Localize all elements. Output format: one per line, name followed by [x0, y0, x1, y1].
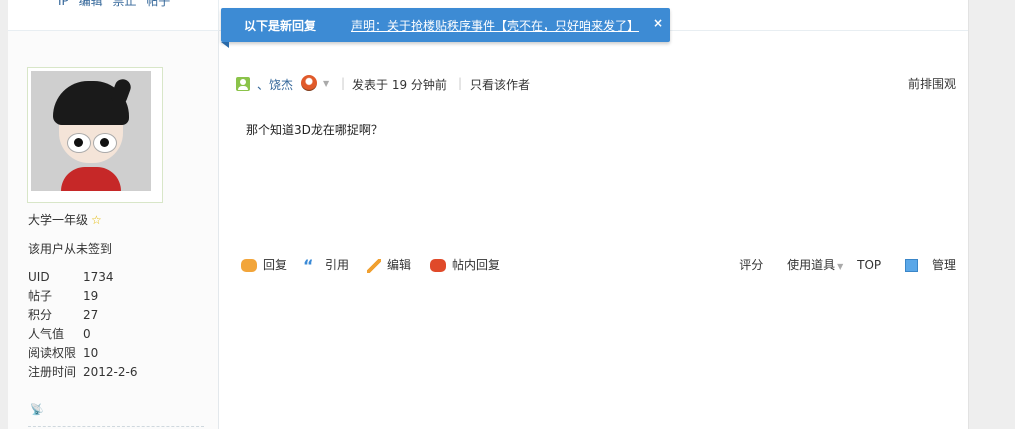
- stat-value: 10: [83, 346, 99, 360]
- announcement-link[interactable]: 声明：关于抢楼贴秩序事件【壳不在，只好咱来发了】: [351, 17, 639, 34]
- top-left-column: IP 编辑 禁止 帖子: [8, 0, 219, 30]
- top-admin-links: IP 编辑 禁止 帖子: [58, 0, 176, 9]
- post-admin-actions: 评分 使用道具 ▼ TOP 管理: [729, 256, 956, 273]
- chevron-down-icon: ▼: [837, 262, 844, 271]
- stat-value: 2012-2-6: [83, 365, 138, 379]
- outer-right-margin: [968, 0, 1015, 429]
- separator: |: [458, 76, 463, 90]
- star-icon: ☆: [91, 213, 102, 227]
- stat-value[interactable]: 19: [83, 289, 98, 303]
- avatar-image: [31, 71, 151, 191]
- pencil-icon: [367, 258, 381, 273]
- reply-icon: [241, 259, 257, 272]
- online-user-icon: [236, 77, 250, 91]
- divider: [28, 426, 204, 427]
- quote-button[interactable]: “引用: [303, 256, 349, 275]
- stat-register-date: 注册时间 2012-2-6: [28, 365, 138, 379]
- quote-icon: “: [303, 256, 314, 275]
- chevron-down-icon[interactable]: ▼: [323, 79, 329, 88]
- stat-points: 积分 27: [28, 308, 99, 322]
- ban-link[interactable]: 禁止: [112, 0, 136, 8]
- use-tool-button[interactable]: 使用道具 ▼: [777, 258, 843, 272]
- user-sidebar: 大学一年级 ☆ 该用户从未签到 UID 1734 帖子 19 积分 27 人气值 0 阅读…: [8, 31, 219, 429]
- only-author-link[interactable]: 只看该作者: [470, 76, 530, 93]
- signin-status: 该用户从未签到: [28, 242, 113, 256]
- floor-label: 前排围观: [907, 77, 956, 91]
- post-header: 、饶杰 ▼ | 发表于 19 分钟前 | 只看该作者 前排围观: [236, 73, 956, 93]
- stat-value[interactable]: 27: [83, 308, 98, 322]
- post-message: 那个知道3D龙在哪捉啊？: [246, 123, 383, 137]
- page: IP 编辑 禁止 帖子 大学一年级 ☆ 该用户从未签到 UID 1734 帖子 19: [8, 0, 968, 429]
- reply-button[interactable]: 回复: [241, 256, 287, 273]
- rss-icon[interactable]: 📡: [30, 403, 44, 416]
- top-button[interactable]: TOP: [857, 258, 881, 272]
- notice-tail: [221, 42, 229, 48]
- medal-icon[interactable]: [301, 75, 317, 91]
- avatar[interactable]: [27, 67, 163, 203]
- stat-value: 0: [83, 327, 91, 341]
- post-time: 发表于 19 分钟前: [352, 78, 447, 92]
- post-actions: 回复 “引用 编辑 帖内回复 评分 使用道具 ▼ TOP 管理: [241, 256, 956, 276]
- ip-link[interactable]: IP: [58, 0, 69, 8]
- inner-reply-button[interactable]: 帖内回复: [430, 256, 500, 273]
- user-rank: 大学一年级 ☆: [28, 211, 102, 228]
- edit-button[interactable]: 编辑: [367, 256, 411, 273]
- stat-read-permission: 阅读权限 10: [28, 346, 99, 360]
- separator: |: [341, 76, 346, 90]
- author-name[interactable]: 、饶杰: [257, 76, 293, 93]
- close-icon[interactable]: ×: [653, 16, 663, 30]
- comment-icon: [430, 259, 446, 272]
- new-reply-title: 以下是新回复: [244, 19, 317, 33]
- user-stats: UID 1734 帖子 19 积分 27 人气值 0 阅读权限 10 注册时间 2012-2…: [28, 268, 137, 382]
- stat-posts: 帖子 19: [28, 289, 99, 303]
- stat-uid: UID 1734: [28, 270, 114, 284]
- stat-value[interactable]: 1734: [83, 270, 114, 284]
- new-reply-notice: 以下是新回复 声明：关于抢楼贴秩序事件【壳不在，只好咱来发了】 ×: [221, 8, 670, 42]
- manage-icon: [904, 259, 918, 272]
- rate-button[interactable]: 评分: [739, 258, 763, 272]
- posts-link[interactable]: 帖子: [146, 0, 170, 8]
- stat-popularity: 人气值 0: [28, 327, 91, 341]
- rank-label: 大学一年级: [28, 213, 89, 227]
- manage-button[interactable]: 管理: [895, 258, 956, 272]
- edit-link[interactable]: 编辑: [79, 0, 103, 8]
